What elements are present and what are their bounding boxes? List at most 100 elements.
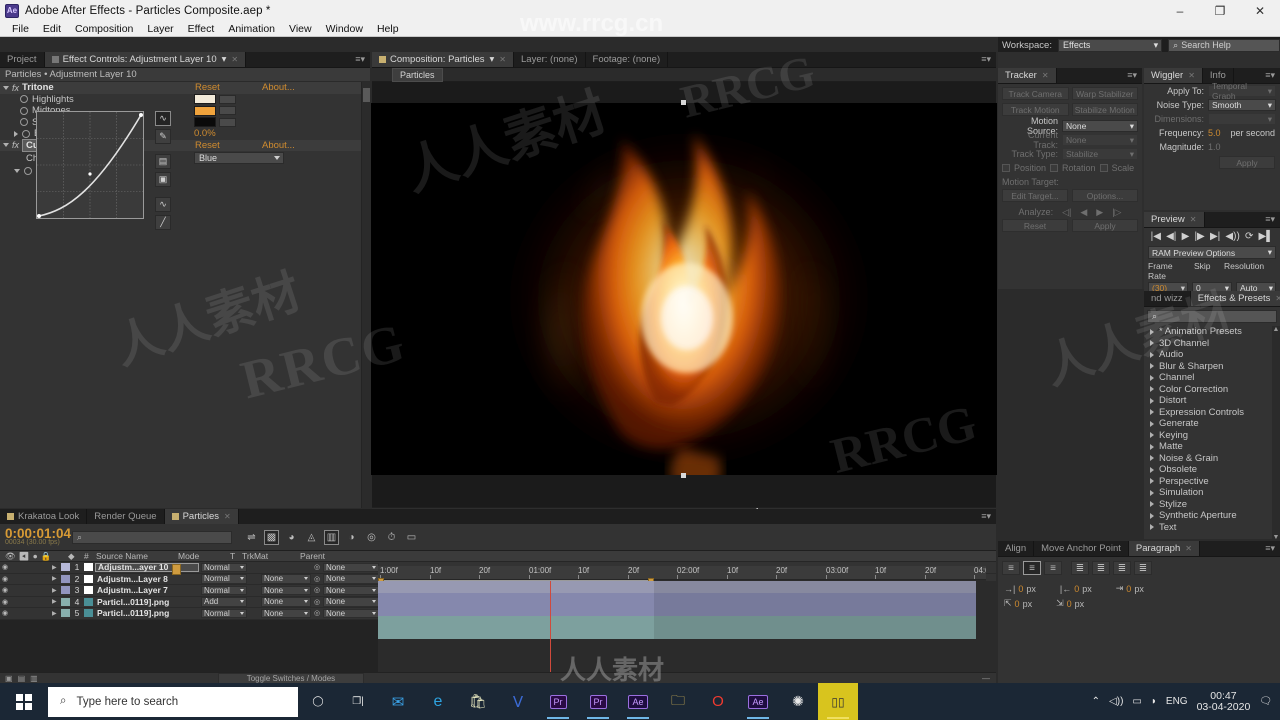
column-header-trkmat[interactable]: TrkMat [242,551,268,561]
close-icon[interactable]: ✕ [499,55,506,64]
smooth-curve-icon[interactable]: ∿ [155,197,171,212]
eye-icon[interactable]: ◉ [0,575,10,583]
stopwatch-icon[interactable] [22,129,30,138]
frame-blending-icon[interactable]: ◑ [344,530,359,545]
play-icon[interactable]: ▶ [1182,231,1190,242]
list-item[interactable]: Text [1144,522,1280,534]
app-icon[interactable]: ▯▯ [818,683,858,720]
menu-item-view[interactable]: View [282,21,319,37]
language-indicator[interactable]: ENG [1166,696,1188,707]
justify-last-left-icon[interactable]: ≣ [1071,561,1089,575]
disclosure-triangle-icon[interactable]: ▶ [52,564,61,571]
toggle-switches-modes-button[interactable]: Toggle Switches / Modes [217,672,365,684]
magnitude-value[interactable]: 1.0 [1208,142,1221,152]
analyze-forward-icon[interactable]: ▶ [1096,207,1103,218]
eyedropper-midtones-icon[interactable] [219,106,236,116]
list-item[interactable]: Color Correction [1144,384,1280,396]
tab-move-anchor-point[interactable]: Move Anchor Point [1034,541,1129,556]
tab-align[interactable]: Align [998,541,1035,556]
list-item[interactable]: Channel [1144,372,1280,384]
eye-icon[interactable]: ◉ [0,563,10,571]
effect-controls-scrollbar[interactable] [361,82,370,508]
comp-handle-bottom[interactable] [681,473,686,478]
parent-pickwhip-icon[interactable]: ◎ [311,575,323,583]
last-frame-icon[interactable]: ▶| [1210,231,1220,242]
timeline-current-timecode[interactable]: 0:00:01:04 [5,527,72,541]
tab-particles[interactable]: Particles ✕ [164,509,239,524]
scroll-up-icon[interactable]: ▲ [1272,326,1280,334]
analyze-backward-icon[interactable]: ◀ [1080,207,1087,218]
stopwatch-icon[interactable] [20,106,28,115]
column-header-t[interactable]: T [230,551,235,561]
timeline-ruler[interactable]: 1:00f 10f 20f 01:00f 10f 20f 02:00f 10f 20f 03:00… [378,566,986,580]
prev-frame-icon[interactable]: ◀| [1166,231,1176,242]
layer-trkmat-select[interactable]: None [261,597,311,607]
color-swatch-highlights[interactable] [194,94,216,105]
cortana-icon[interactable]: ◯ [298,683,338,720]
disclosure-triangle-icon[interactable]: ▶ [52,610,61,617]
layer-mode-select[interactable]: Normal [201,574,247,584]
list-item[interactable]: Keying [1144,430,1280,442]
tab-composition-particles[interactable]: Composition: Particles ▾ ✕ [372,52,514,67]
indent-left-field[interactable]: →| 0 px [1004,583,1036,594]
parent-pickwhip-icon[interactable]: ◎ [311,563,323,571]
hide-shy-layers-icon[interactable]: ▥ [324,529,339,545]
motion-blur-icon[interactable]: ◎ [364,530,379,545]
stopwatch-icon[interactable] [20,95,28,104]
justify-all-icon[interactable]: ≣ [1134,561,1152,575]
eye-icon[interactable]: ◉ [0,598,10,606]
panel-menu-icon[interactable]: ≡▾ [1260,541,1280,556]
curve-tool-icon[interactable]: ∿ [155,111,171,126]
motion-blur-icon[interactable]: ▥ [30,674,38,683]
layer-parent-select[interactable]: None [323,608,379,618]
parent-pickwhip-icon[interactable]: ◎ [311,609,323,617]
list-item[interactable]: Matte [1144,441,1280,453]
timeline-search-input[interactable]: ⌕ [72,530,232,544]
scale-checkbox[interactable] [1099,164,1108,172]
close-icon[interactable]: ✕ [1275,294,1280,303]
loop-icon[interactable]: ⟳ [1245,231,1253,242]
edge-icon[interactable]: e [418,683,458,720]
tracker-reset-button[interactable]: Reset [1002,219,1068,232]
motion-source-select[interactable]: None ▾ [1062,120,1138,132]
options-button[interactable]: Options... [1072,189,1138,202]
analyze-back-one-icon[interactable]: ◁| [1062,207,1071,218]
frequency-value[interactable]: 5.0 [1208,128,1221,138]
layer-mode-select[interactable]: Normal [201,608,247,618]
menu-item-edit[interactable]: Edit [36,21,68,37]
scrollbar-thumb[interactable] [363,88,370,102]
comp-handle-top[interactable] [681,100,686,105]
close-icon[interactable]: ✕ [1188,71,1195,80]
task-view-icon[interactable]: ❐| [338,683,378,720]
close-icon[interactable]: ✕ [1190,215,1197,224]
align-left-icon[interactable]: ≡ [1002,561,1020,575]
layer-mode-select[interactable]: Normal [201,585,247,595]
close-icon[interactable]: ✕ [1042,71,1049,80]
layer-parent-select[interactable]: None [323,597,379,607]
dimensions-select[interactable]: ▾ [1208,113,1276,125]
layer-duration-bar[interactable] [378,627,976,639]
menu-item-window[interactable]: Window [319,21,370,37]
search-input[interactable]: ⌕ Type here to search [48,686,298,717]
list-item[interactable]: Audio [1144,349,1280,361]
layer-parent-select[interactable]: None [323,562,379,572]
tab-krakatoa-look[interactable]: Krakatoa Look [0,509,88,524]
column-header-source-name[interactable]: Source Name [96,551,148,561]
premiere-icon[interactable]: Pr [578,683,618,720]
start-icon[interactable] [0,683,48,720]
wifi-icon[interactable]: ◗ [1151,696,1157,707]
current-track-select[interactable]: None ▾ [1062,134,1138,146]
layer-parent-select[interactable]: None [323,574,379,584]
column-header-mode[interactable]: Mode [178,551,199,561]
label-color-swatch[interactable] [61,586,70,595]
about-link-curves[interactable]: About... [262,140,295,151]
audio-icon[interactable]: ◀)) [1225,231,1239,242]
menu-item-help[interactable]: Help [370,21,406,37]
apply-to-select[interactable]: Temporal Graph ▾ [1208,81,1276,101]
notifications-icon[interactable]: 🗨 [1259,696,1272,707]
panel-menu-icon[interactable]: ≡▾ [1122,68,1142,83]
list-item[interactable]: Stylize [1144,499,1280,511]
frame-blend-icon[interactable]: ▤ [18,674,26,683]
reset-link-curves[interactable]: Reset [195,140,220,151]
pencil-tool-icon[interactable]: ✎ [155,129,171,144]
